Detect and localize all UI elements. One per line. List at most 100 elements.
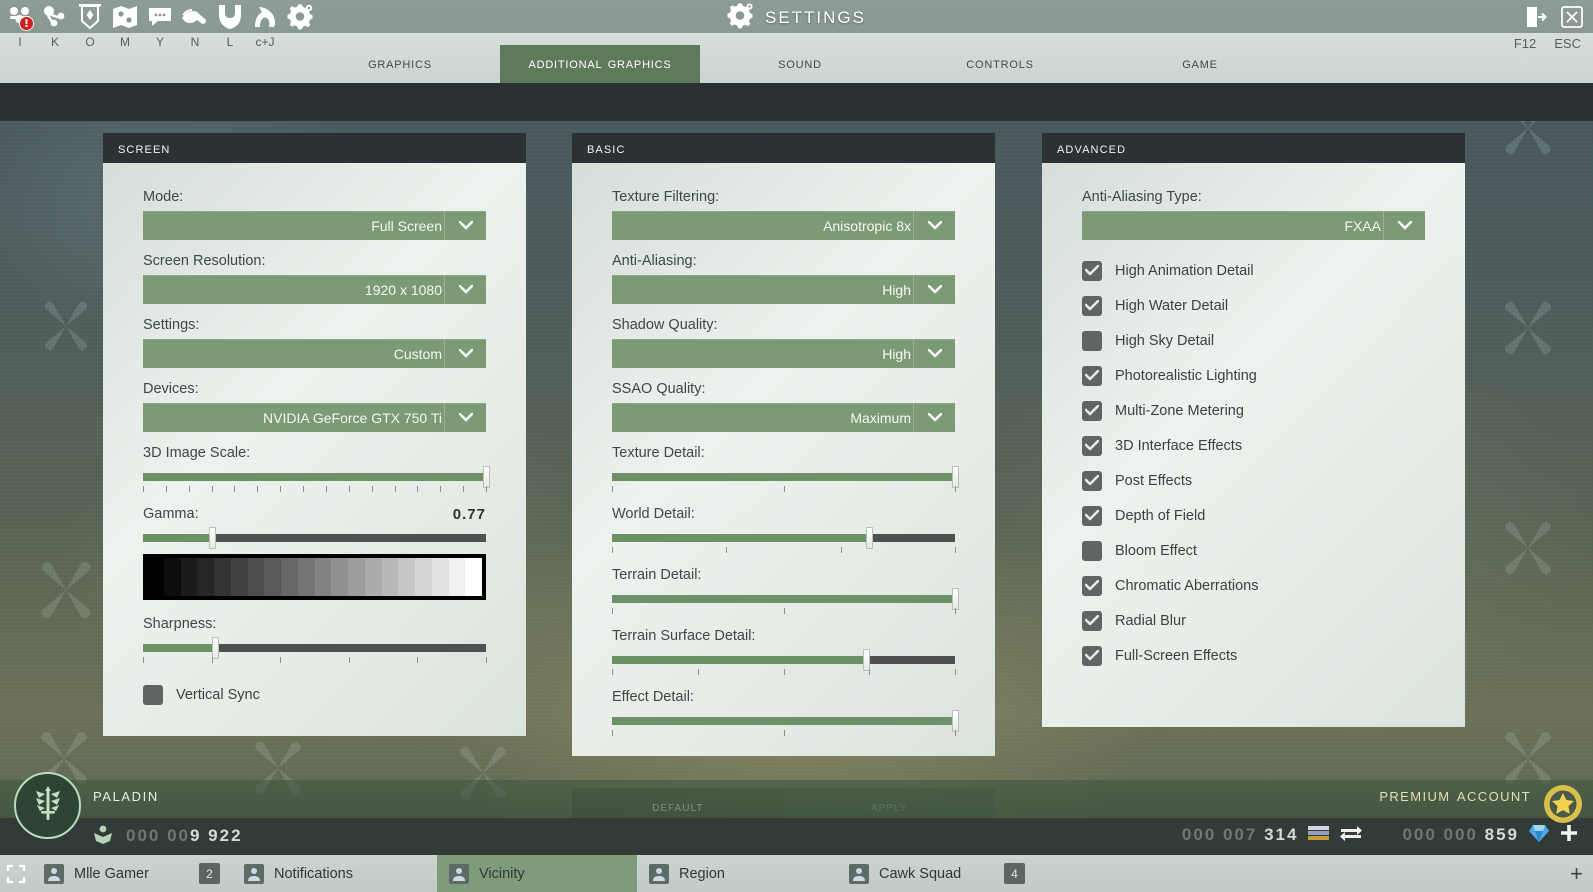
checkbox-3d-interface-effects[interactable]: 3D Interface Effects (1082, 428, 1425, 463)
slider-world-detail[interactable] (612, 527, 956, 554)
slider-fill (612, 595, 955, 603)
character-name: Paladin (93, 785, 159, 806)
checkbox-box[interactable] (1082, 330, 1102, 351)
tab-sound[interactable]: Sound (700, 45, 900, 83)
checkbox-label: Bloom Effect (1115, 542, 1197, 559)
checkbox-photorealistic-lighting[interactable]: Photorealistic Lighting (1082, 358, 1425, 393)
checkbox-box[interactable] (1082, 610, 1102, 631)
banner-icon[interactable] (74, 2, 106, 32)
slider-terrain-surface-detail[interactable] (612, 649, 956, 676)
ssao-quality-dropdown[interactable]: Maximum (612, 403, 955, 432)
slider-handle[interactable] (866, 527, 874, 549)
slider-3d-image-scale[interactable] (143, 466, 490, 493)
slider-ticks (612, 669, 956, 676)
slider-sharpness[interactable] (143, 637, 487, 664)
tab-controls[interactable]: Controls (900, 45, 1100, 83)
checkbox-multi-zone-metering[interactable]: Multi-Zone Metering (1082, 393, 1425, 428)
slider-ticks (612, 608, 956, 615)
settings-preset-dropdown[interactable]: Custom (143, 339, 486, 368)
chevron-down-icon (444, 275, 486, 304)
slider-handle[interactable] (862, 649, 870, 671)
devices-dropdown[interactable]: NVIDIA GeForce GTX 750 Ti (143, 403, 486, 432)
slider-gamma[interactable] (143, 527, 486, 549)
add-chat-tab-button[interactable]: + (1570, 862, 1583, 885)
social-icon[interactable] (39, 2, 71, 32)
field-sharpness-label: Sharpness: (143, 616, 217, 632)
chat-tab-avatar-icon (649, 863, 669, 884)
field-devices: Devices: NVIDIA GeForce GTX 750 Ti (143, 381, 486, 432)
currency-exchange-icon[interactable] (1340, 824, 1363, 846)
map-icon[interactable] (109, 2, 141, 32)
slider-terrain-detail[interactable] (612, 588, 959, 615)
chat-icon[interactable] (144, 2, 176, 32)
checkbox-vertical-sync[interactable]: Vertical Sync (143, 677, 486, 712)
shadow-quality-dropdown[interactable]: High (612, 339, 955, 368)
avatar[interactable] (14, 772, 81, 839)
chat-tab-vicinity[interactable]: Vicinity (437, 855, 637, 892)
close-icon[interactable] (1559, 4, 1585, 30)
currency-bar: 000 007 314 000 000 859 (1182, 823, 1579, 847)
checkbox-box[interactable] (1082, 400, 1102, 421)
slider-handle[interactable] (212, 637, 220, 659)
checkbox-radial-blur[interactable]: Radial Blur (1082, 603, 1425, 638)
slider-handle[interactable] (952, 466, 959, 488)
helmet-icon[interactable] (214, 2, 246, 32)
checkbox-box[interactable] (1082, 645, 1102, 666)
checkbox-box[interactable] (1082, 470, 1102, 491)
checkbox-box[interactable] (1082, 295, 1102, 316)
checkbox-box[interactable] (1082, 540, 1102, 561)
expand-chat-icon[interactable] (0, 855, 32, 892)
mode-dropdown[interactable]: Full Screen (143, 211, 486, 240)
checkbox-depth-of-field[interactable]: Depth of Field (1082, 498, 1425, 533)
field-texture-filtering: Texture Filtering: Anisotropic 8x (612, 189, 955, 240)
texture-filtering-dropdown[interactable]: Anisotropic 8x (612, 211, 955, 240)
checkbox-label: Multi-Zone Metering (1115, 402, 1244, 419)
slider-handle[interactable] (952, 588, 959, 610)
field-ssao-quality-label: SSAO Quality: (612, 381, 706, 397)
checkbox-bloom-effect[interactable]: Bloom Effect (1082, 533, 1425, 568)
chat-tab-cawk-squad[interactable]: Cawk Squad 4 (837, 855, 1037, 892)
logout-icon[interactable] (1523, 4, 1549, 30)
chat-tab-mlle-gamer[interactable]: Mlle Gamer 2 (32, 855, 232, 892)
chat-tab-notifications[interactable]: Notifications (232, 855, 437, 892)
handshake-icon[interactable] (179, 2, 211, 32)
guild-icon[interactable]: ! (4, 2, 36, 32)
checkbox-high-sky-detail[interactable]: High Sky Detail (1082, 323, 1425, 358)
checkbox-high-animation-detail[interactable]: High Animation Detail (1082, 253, 1425, 288)
checkbox-high-water-detail[interactable]: High Water Detail (1082, 288, 1425, 323)
field-terrain-surface-detail-label: Terrain Surface Detail: (612, 628, 756, 644)
panel-advanced: Advanced Anti-Aliasing Type: FXAA High A… (1042, 133, 1465, 727)
chat-tab-region[interactable]: Region (637, 855, 837, 892)
chat-tab-label: Vicinity (479, 865, 525, 882)
checkbox-label: 3D Interface Effects (1115, 437, 1243, 454)
checkbox-box[interactable] (1082, 365, 1102, 386)
resolution-dropdown[interactable]: 1920 x 1080 (143, 275, 486, 304)
mount-icon[interactable] (249, 2, 281, 32)
settings-gear-icon[interactable] (284, 2, 316, 32)
checkbox-box[interactable] (1082, 505, 1102, 526)
checkbox-chromatic-aberrations[interactable]: Chromatic Aberrations (1082, 568, 1425, 603)
slider-handle[interactable] (952, 710, 959, 732)
checkbox-box[interactable] (1082, 575, 1102, 596)
checkbox-box[interactable] (1082, 435, 1102, 456)
checkbox-box[interactable] (143, 684, 163, 705)
anti-aliasing-type-dropdown[interactable]: FXAA (1082, 211, 1425, 240)
slider-handle[interactable] (483, 466, 490, 488)
slider-texture-detail[interactable] (612, 466, 959, 493)
tab-game[interactable]: Game (1100, 45, 1300, 83)
premium-star-badge-icon[interactable] (1541, 782, 1585, 826)
slider-fill (612, 656, 866, 664)
anti-aliasing-dropdown[interactable]: High (612, 275, 955, 304)
checkbox-post-effects[interactable]: Post Effects (1082, 463, 1425, 498)
panel-basic-body: Texture Filtering: Anisotropic 8x Anti-A… (572, 163, 995, 756)
slider-handle[interactable] (208, 527, 216, 549)
tab-additional-graphics[interactable]: Additional Graphics (500, 45, 700, 83)
add-currency-icon[interactable] (1559, 823, 1579, 847)
page-title: Settings (764, 2, 866, 29)
gold-amount: 000 007 314 (1181, 825, 1299, 844)
tab-graphics[interactable]: Graphics (300, 45, 500, 83)
slider-effect-detail[interactable] (612, 710, 959, 737)
checkbox-box[interactable] (1082, 260, 1102, 281)
checkbox-full-screen-effects[interactable]: Full-Screen Effects (1082, 638, 1425, 673)
field-anti-aliasing-type: Anti-Aliasing Type: FXAA (1082, 189, 1425, 240)
